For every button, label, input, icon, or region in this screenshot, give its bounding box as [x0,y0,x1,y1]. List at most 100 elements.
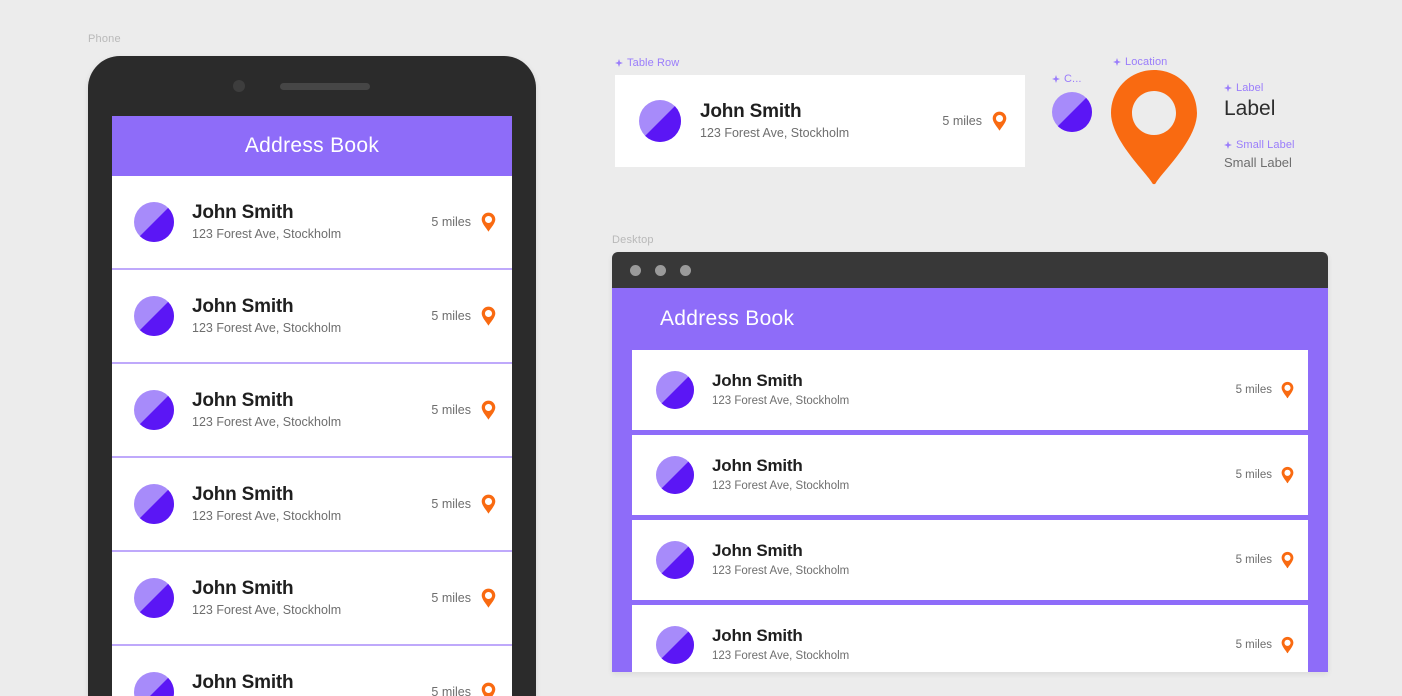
contact-name: John Smith [192,577,294,599]
table-row[interactable]: John Smith123 Forest Ave, Stockholm5 mil… [112,270,512,364]
contact-distance: 5 miles [431,309,471,323]
contact-distance: 5 miles [431,497,471,511]
frame-label-desktop: Desktop [612,234,654,246]
table-row[interactable]: John Smith123 Forest Ave, Stockholm5 mil… [112,176,512,270]
location-pin-icon[interactable] [1281,466,1294,484]
location-pin-icon[interactable] [992,111,1007,131]
location-pin-component [1108,68,1200,186]
contact-distance: 5 miles [1235,469,1272,481]
component-diamond-icon [1224,84,1232,92]
contact-address: 123 Forest Ave, Stockholm [712,649,850,662]
avatar [134,672,174,696]
table-row[interactable]: John Smith 123 Forest Ave, Stockholm 5 mil… [632,435,1308,515]
avatar [134,578,174,618]
table-row[interactable]: John Smith 123 Forest Ave, Stockholm 5 mil… [632,605,1308,672]
row-texts: John Smith123 Forest Ave, Stockholm [192,296,431,337]
desktop-window-body: Address Book John Smith 123 Forest Ave, S… [612,288,1328,672]
table-row[interactable]: John Smith123 Forest Ave, Stockholm5 mil… [112,646,512,696]
contact-name: John Smith [192,295,294,317]
row-texts: John Smith 123 Forest Ave, Stockholm [192,578,431,619]
camera-dot-icon [233,80,245,92]
contact-distance: 5 miles [431,215,471,229]
contact-name: John Smith [712,456,803,476]
contact-address: 123 Forest Ave, Stockholm [192,227,342,242]
location-pin-icon[interactable] [1281,636,1294,654]
desktop-titlebar [612,252,1328,288]
location-pin-icon[interactable] [481,588,496,608]
design-canvas: Phone Address Book John Smith 123 Forest … [0,0,1402,696]
contact-distance: 5 miles [1235,554,1272,566]
table-row-texts: John Smith 123 Forest Ave, Stockholm [700,101,942,142]
component-label-small-label: Small Label [1224,139,1295,151]
phone-screen: Address Book John Smith 123 Forest Ave, S… [112,116,512,696]
small-label-component-text: Small Label [1224,155,1292,170]
component-diamond-icon [615,59,623,67]
component-diamond-icon [1052,75,1060,83]
row-texts: John Smith 123 Forest Ave, Stockholm [712,371,1236,408]
location-pin-icon[interactable] [481,682,496,696]
contact-name: John Smith [712,371,803,391]
contact-address: 123 Forest Ave, Stockholm [712,479,850,492]
window-control-dot-icon-close[interactable] [630,264,641,276]
component-label-text: Small Label [1236,139,1295,151]
label-component-text: Label [1224,97,1276,120]
phone-app-bar: Address Book [112,116,512,176]
component-label-text: Table Row [627,57,680,69]
row-texts: John Smith123 Forest Ave, Stockholm [192,202,431,243]
phone-mockup: Address Book John Smith 123 Forest Ave, S… [88,56,536,696]
contact-address: 123 Forest Ave, Stockholm [712,394,850,407]
contact-name: John Smith [192,483,294,505]
avatar [656,371,694,409]
contact-address: 123 Forest Ave, Stockholm [192,603,342,618]
desktop-mockup: Address Book John Smith 123 Forest Ave, S… [612,252,1328,672]
component-label-text: Location [1125,56,1168,68]
avatar [656,626,694,664]
contact-name: John Smith [192,389,294,411]
phone-contact-list: John Smith 123 Forest Ave, Stockholm 5 mil… [112,176,512,696]
contact-distance: 5 miles [1235,639,1272,651]
table-row[interactable]: John Smith123 Forest Ave, Stockholm5 mil… [112,364,512,458]
contact-distance: 5 miles [431,685,471,696]
avatar [134,484,174,524]
contact-distance: 5 miles [431,591,471,605]
table-row[interactable]: John Smith 123 Forest Ave, Stockholm 5 mil… [112,458,512,552]
phone-app-title: Address Book [244,134,380,157]
table-row[interactable]: John Smith 123 Forest Ave, Stockholm 5 mil… [112,552,512,646]
avatar [656,456,694,494]
component-label-table-row: Table Row [615,57,679,69]
contact-address: 123 Forest Ave, Stockholm [192,509,342,524]
row-texts: John Smith 123 Forest Ave, Stockholm [712,541,1236,578]
contact-address: 123 Forest Ave, Stockholm [192,415,342,430]
component-label-circle: C... [1052,73,1082,85]
location-pin-icon[interactable] [481,494,496,514]
location-pin-icon[interactable] [481,400,496,420]
row-texts: John Smith123 Forest Ave, Stockholm [192,672,431,696]
window-control-dot-icon-maximize[interactable] [680,264,691,276]
desktop-app-bar: Address Book [632,288,1308,350]
location-pin-icon[interactable] [481,212,496,232]
contact-address: 123 Forest Ave, Stockholm [700,126,850,141]
table-row[interactable]: John Smith 123 Forest Ave, Stockholm 5 mil… [632,520,1308,600]
row-texts: John Smith 123 Forest Ave, Stockholm [712,626,1236,663]
row-texts: John Smith 123 Forest Ave, Stockholm [192,484,431,525]
component-label-text: Label [1236,82,1264,94]
speaker-grille-icon [280,83,370,90]
location-pin-icon[interactable] [1281,551,1294,569]
contact-name: John Smith [700,100,802,122]
avatar [134,296,174,336]
contact-distance: 5 miles [1235,384,1272,396]
table-row-component[interactable]: John Smith 123 Forest Ave, Stockholm 5 m… [615,75,1025,167]
location-pin-icon[interactable] [481,306,496,326]
table-row[interactable]: John Smith 123 Forest Ave, Stockholm 5 mil… [632,350,1308,430]
component-label-text: C... [1064,73,1082,85]
contact-name: John Smith [712,541,803,561]
component-diamond-icon [1224,141,1232,149]
contact-address: 123 Forest Ave, Stockholm [712,564,850,577]
row-texts: John Smith 123 Forest Ave, Stockholm [192,390,431,431]
location-pin-icon[interactable] [1281,381,1294,399]
contact-name: John Smith [712,626,803,646]
avatar [134,202,174,242]
window-control-dot-icon-minimize[interactable] [655,264,666,276]
desktop-app-title: Address Book [660,307,795,330]
row-texts: John Smith 123 Forest Ave, Stockholm [712,456,1236,493]
